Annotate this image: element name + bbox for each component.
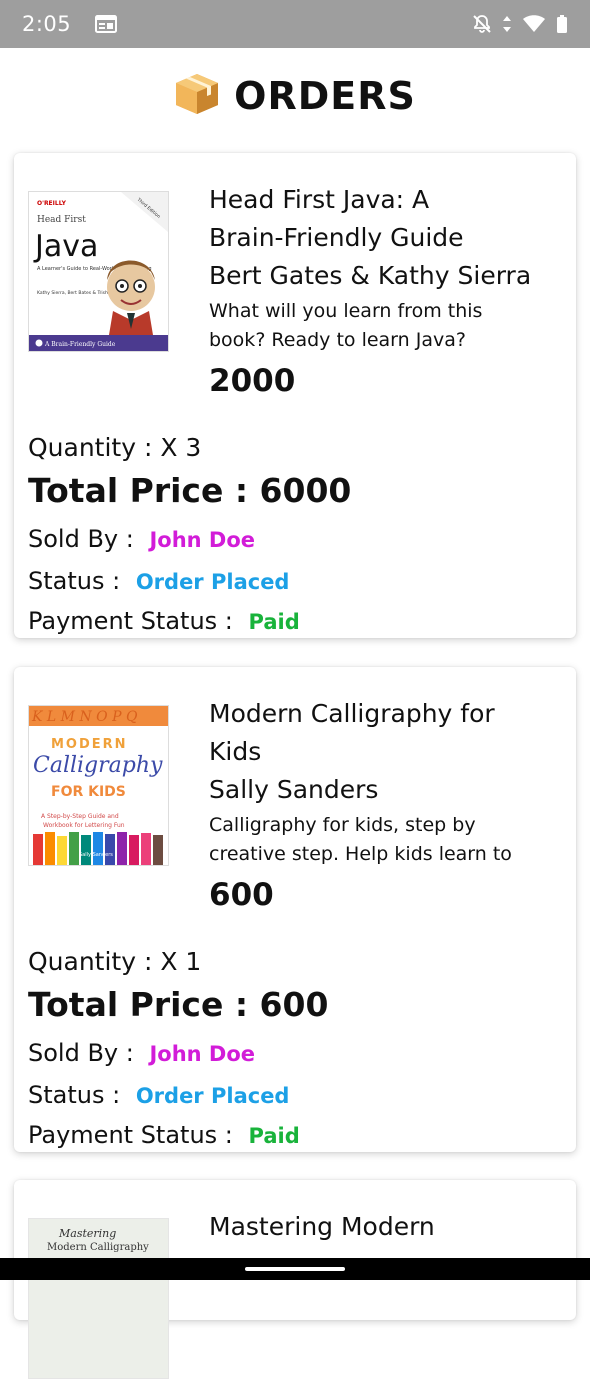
order-status-value: Order Placed [135, 1084, 290, 1108]
cover-top-letters: K L M N O P Q [31, 709, 138, 725]
payment-status-label: Payment Status : [28, 1121, 241, 1149]
book-info: Head First Java: A Brain-Friendly Guide … [209, 181, 554, 401]
total-price-row: Total Price : 600 [28, 985, 558, 1033]
quantity-label: Quantity : [28, 947, 161, 976]
status-time: 2:05 [22, 12, 72, 36]
status-row: Status : Order Placed [28, 1077, 558, 1117]
book-title: Head First Java: A Brain-Friendly Guide [209, 181, 554, 257]
payment-status-value: Paid [248, 1124, 300, 1148]
battery-icon [556, 14, 568, 34]
total-price-label: Total Price : [28, 985, 260, 1024]
page-title: ORDERS [234, 74, 416, 118]
book-price: 600 [209, 877, 274, 913]
home-gesture-handle[interactable] [245, 1267, 345, 1271]
quantity-row: Quantity : X 3 [28, 431, 558, 471]
total-price-row: Total Price : 6000 [28, 471, 558, 519]
order-card[interactable]: O'REILLY Head First Java A Learner's Gui… [14, 153, 576, 638]
order-status-value: Order Placed [135, 570, 290, 594]
book-description-line: creative step. Help kids learn to [209, 843, 512, 865]
cover-footer: A Brain-Friendly Guide [44, 341, 116, 348]
book-author: Sally Sanders [209, 775, 379, 804]
navigation-bar [0, 1258, 590, 1280]
quantity-value: X 3 [160, 433, 202, 462]
cover-tagline-a: A Step-by-Step Guide and [41, 813, 119, 820]
status-bar: 2:05 [0, 0, 590, 48]
book-description-line: book? Ready to learn Java? [209, 329, 466, 351]
order-card[interactable]: K L M N O P Q MODERN Calligraphy FOR KID… [14, 667, 576, 1152]
package-icon [174, 72, 220, 120]
payment-status-row: Payment Status : Paid [28, 603, 558, 643]
sold-by-label: Sold By : [28, 525, 142, 553]
status-label: Status : [28, 1081, 128, 1109]
total-price-label: Total Price : [28, 471, 260, 510]
browser-icon [95, 15, 118, 33]
book-info: Modern Calligraphy for Kids Sally Sander… [209, 695, 554, 915]
cover-line2: Modern Calligraphy [47, 1242, 149, 1253]
book-cover-image: O'REILLY Head First Java A Learner's Gui… [28, 191, 169, 352]
book-title-line: Brain-Friendly Guide [209, 223, 464, 252]
book-description: Calligraphy for kids, step by creative s… [209, 811, 554, 869]
status-label: Status : [28, 567, 128, 595]
cover-line2: Calligraphy [33, 753, 163, 778]
book-author: Bert Gates & Kathy Sierra [209, 261, 532, 290]
wifi-icon [522, 14, 546, 34]
book-title-line: Head First Java: A [209, 185, 430, 214]
book-price: 2000 [209, 363, 296, 399]
sold-by-row: Sold By : John Doe [28, 1035, 558, 1077]
quantity-row: Quantity : X 1 [28, 945, 558, 985]
data-arrows-icon [502, 14, 512, 34]
seller-name: John Doe [149, 528, 256, 552]
cover-line3: FOR KIDS [51, 784, 126, 800]
cover-name: Java [33, 229, 98, 264]
book-title-line: Modern Calligraphy for [209, 699, 495, 728]
book-cover-image: K L M N O P Q MODERN Calligraphy FOR KID… [28, 705, 169, 866]
cover-publisher: O'REILLY [37, 200, 67, 207]
total-price-value: 6000 [259, 471, 352, 510]
total-price-value: 600 [259, 985, 329, 1024]
seller-name: John Doe [149, 1042, 256, 1066]
order-card[interactable]: Mastering Modern Calligraphy Mastering M… [14, 1180, 576, 1379]
book-title-line: Kids [209, 737, 262, 766]
book-title-line: Mastering Modern [209, 1212, 435, 1241]
cover-tagline-b: Workbook for Lettering Fun [43, 822, 125, 829]
payment-status-row: Payment Status : Paid [28, 1117, 558, 1157]
book-title: Modern Calligraphy for Kids [209, 695, 554, 771]
order-details: Quantity : X 1 Total Price : 600 Sold By… [28, 945, 558, 1157]
payment-status-value: Paid [248, 610, 300, 634]
markers-illustration [33, 832, 163, 865]
notifications-off-icon [472, 14, 492, 34]
cover-series: Head First [37, 215, 86, 225]
sold-by-label: Sold By : [28, 1039, 142, 1067]
quantity-label: Quantity : [28, 433, 161, 462]
cover-author: Sally Sanders [79, 852, 113, 858]
book-description-line: What will you learn from this [209, 300, 483, 322]
page-header: ORDERS [0, 48, 590, 144]
book-description: What will you learn from this book? Read… [209, 297, 554, 355]
status-row: Status : Order Placed [28, 563, 558, 603]
order-details: Quantity : X 3 Total Price : 6000 Sold B… [28, 431, 558, 643]
cover-line1: Mastering [58, 1227, 116, 1240]
quantity-value: X 1 [160, 947, 202, 976]
payment-status-label: Payment Status : [28, 607, 241, 635]
book-cover-image: Mastering Modern Calligraphy [28, 1218, 169, 1379]
book-info: Mastering Modern [209, 1208, 554, 1246]
book-title: Mastering Modern [209, 1208, 554, 1246]
cover-line1: MODERN [51, 737, 128, 752]
sold-by-row: Sold By : John Doe [28, 521, 558, 563]
book-description-line: Calligraphy for kids, step by [209, 814, 476, 836]
